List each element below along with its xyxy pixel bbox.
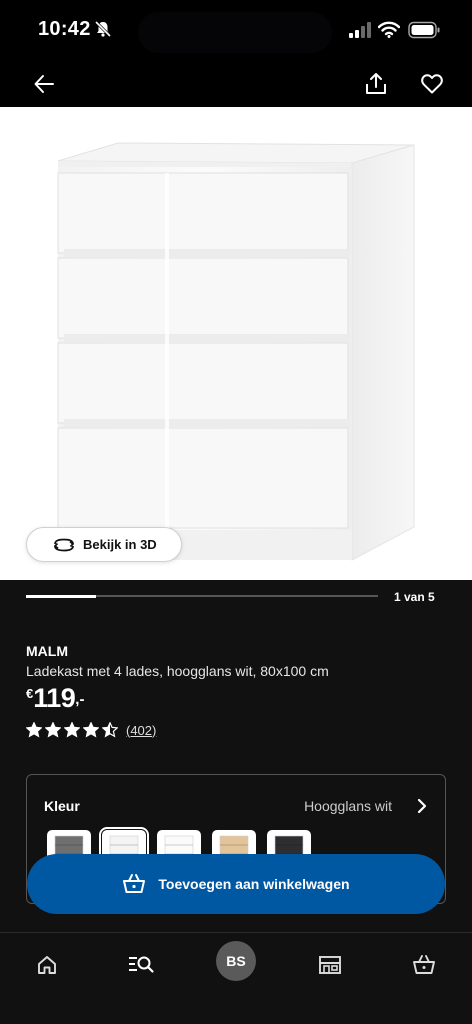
- bell-slash-icon: [94, 20, 112, 38]
- price-currency: €: [26, 686, 34, 701]
- profile-avatar[interactable]: BS: [216, 941, 256, 981]
- rotate-3d-icon: [54, 538, 74, 551]
- back-button[interactable]: [30, 70, 58, 98]
- product-image-gallery[interactable]: Bekijk in 3D: [0, 107, 472, 580]
- star-full-icon: [45, 722, 61, 738]
- heart-icon: [421, 74, 443, 94]
- nav-cart[interactable]: [404, 945, 444, 985]
- wifi-icon: [378, 21, 400, 38]
- add-to-cart-button[interactable]: Toevoegen aan winkelwagen: [27, 854, 445, 914]
- product-name: MALM: [26, 643, 68, 659]
- gallery-progress-bar: [26, 594, 378, 598]
- cellular-signal-icon: [349, 22, 371, 38]
- product-rating[interactable]: (402): [26, 722, 156, 738]
- view-in-3d-label: Bekijk in 3D: [83, 537, 157, 552]
- search-icon: [129, 956, 154, 973]
- gallery-progress-fill: [26, 594, 97, 598]
- product-description: Ladekast met 4 lades, hoogglans wit, 80x…: [26, 663, 329, 679]
- gallery-page-indicator: 1 van 5: [394, 590, 435, 604]
- chevron-right-icon[interactable]: [415, 797, 429, 815]
- star-full-icon: [64, 722, 80, 738]
- cart-icon: [123, 874, 146, 893]
- nav-home[interactable]: [27, 945, 67, 985]
- product-price: € 119 ,-: [26, 683, 84, 713]
- app-bar: [0, 60, 472, 107]
- share-button[interactable]: [362, 70, 390, 98]
- star-full-icon: [83, 722, 99, 738]
- star-half-icon: [102, 722, 118, 738]
- store-icon: [319, 956, 341, 974]
- bottom-navigation: BS: [0, 932, 472, 1024]
- back-arrow-icon: [34, 75, 54, 93]
- add-to-cart-label: Toevoegen aan winkelwagen: [158, 876, 350, 892]
- dynamic-island: [138, 12, 332, 53]
- price-integer: 119: [33, 683, 76, 713]
- dresser-image: [57, 142, 415, 561]
- share-icon: [366, 73, 386, 94]
- view-in-3d-button[interactable]: Bekijk in 3D: [26, 527, 182, 562]
- nav-search[interactable]: [121, 945, 161, 985]
- favorite-button[interactable]: [418, 70, 446, 98]
- color-label: Kleur: [44, 798, 80, 814]
- status-time: 10:42: [38, 18, 91, 40]
- nav-store[interactable]: [310, 945, 350, 985]
- star-full-icon: [26, 722, 42, 738]
- status-bar: 10:42: [0, 0, 472, 60]
- rating-count[interactable]: (402): [126, 723, 156, 738]
- shopping-basket-icon: [413, 955, 435, 974]
- color-selected-value: Hoogglans wit: [304, 798, 392, 814]
- price-decimal: ,-: [75, 691, 85, 708]
- home-icon: [38, 956, 56, 974]
- battery-icon: [408, 21, 440, 39]
